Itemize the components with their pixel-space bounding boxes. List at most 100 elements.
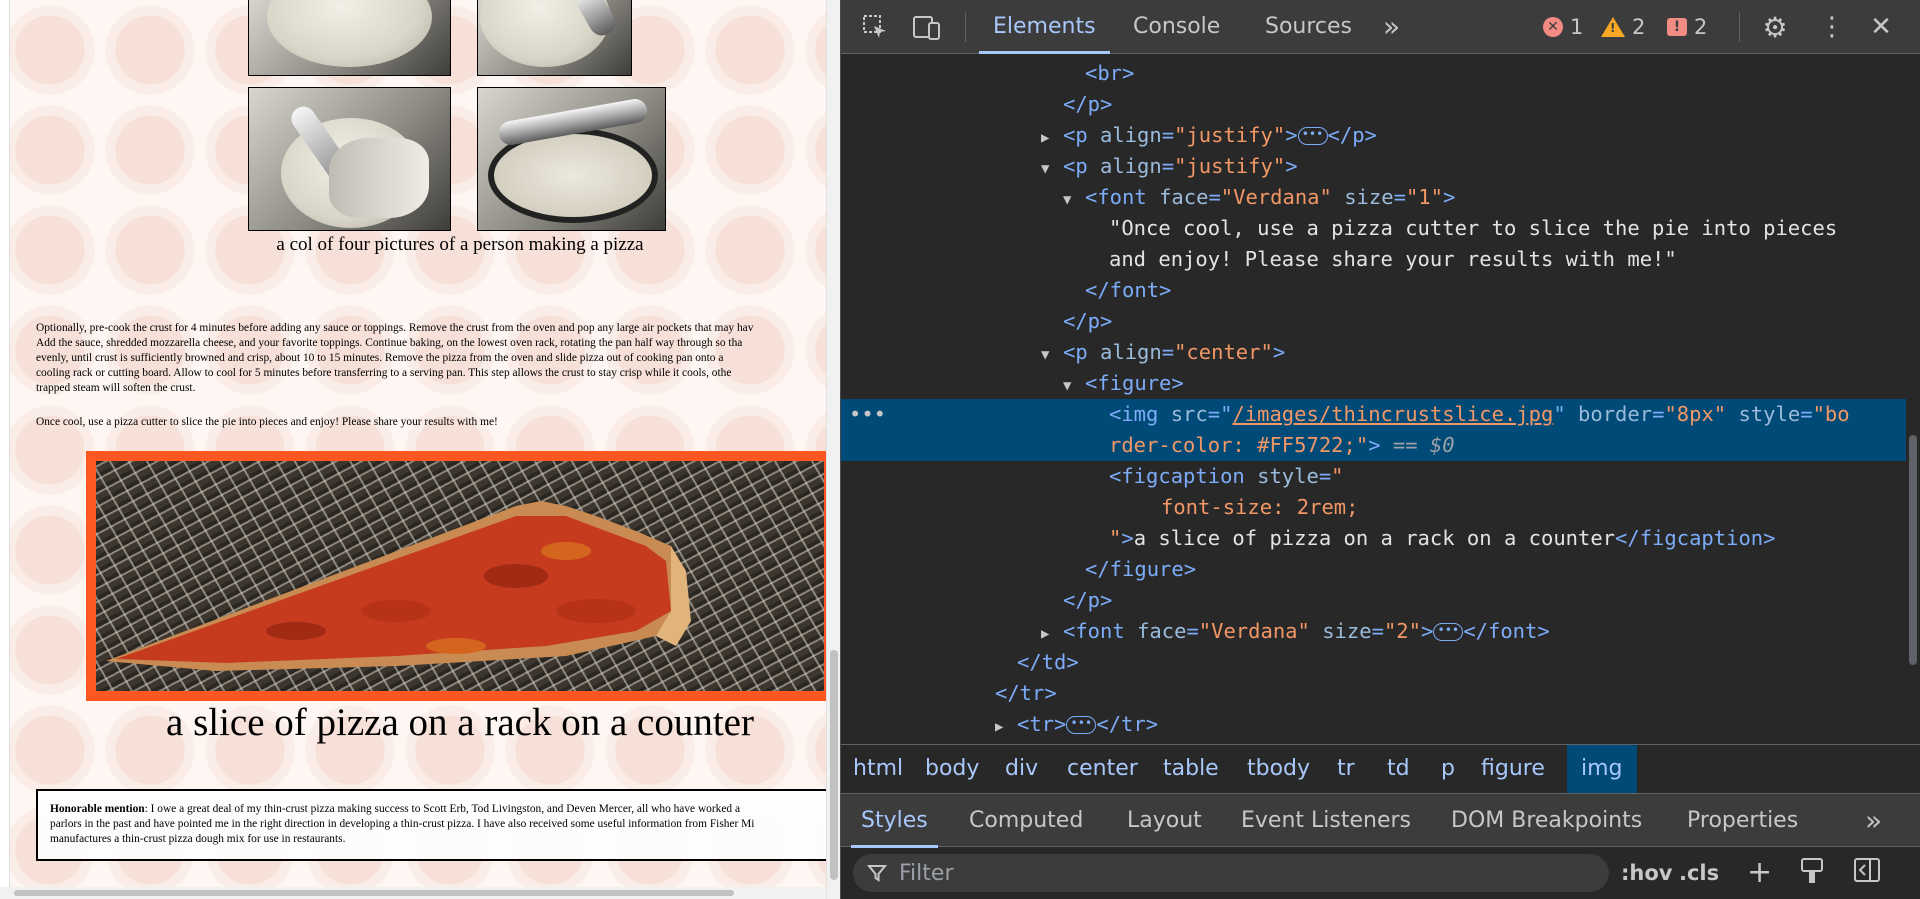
- collapsed-content-icon[interactable]: •••: [1433, 623, 1464, 641]
- close-devtools-icon[interactable]: ✕: [1865, 11, 1897, 43]
- settings-gear-icon[interactable]: ⚙: [1759, 11, 1791, 44]
- breadcrumb-table[interactable]: table: [1155, 745, 1227, 793]
- styles-pane-tabs: Styles Computed Layout Event Listeners D…: [841, 793, 1920, 848]
- paint-brush-icon[interactable]: [1799, 856, 1825, 890]
- error-icon: ✕: [1543, 17, 1563, 37]
- error-count-badge[interactable]: ✕ 1: [1543, 14, 1583, 40]
- breadcrumb-body[interactable]: body: [917, 745, 987, 793]
- more-tabs-icon[interactable]: »: [1379, 0, 1404, 54]
- dom-line[interactable]: </figure>: [841, 554, 1906, 585]
- dom-line[interactable]: ▶ <tr> ••• </tr>: [841, 709, 1906, 740]
- collapsed-content-icon[interactable]: •••: [1066, 716, 1097, 734]
- tab-computed[interactable]: Computed: [969, 794, 1083, 848]
- add-style-rule-icon[interactable]: +: [1747, 856, 1772, 890]
- dom-line[interactable]: ▶ <font face="Verdana" size="2"> ••• </font…: [841, 616, 1906, 647]
- class-toggle[interactable]: .cls: [1679, 856, 1719, 890]
- expand-arrow-icon[interactable]: ▶: [1041, 123, 1063, 154]
- collapse-arrow-icon[interactable]: ▼: [1041, 340, 1063, 371]
- dom-line[interactable]: "Once cool, use a pizza cutter to slice …: [841, 213, 1906, 244]
- honorable-mention-text-2: parlors in the past and have pointed me …: [50, 818, 755, 830]
- breadcrumb-tbody[interactable]: tbody: [1239, 745, 1318, 793]
- dom-line[interactable]: </font>: [841, 275, 1906, 306]
- dom-line[interactable]: </p>: [841, 306, 1906, 337]
- breadcrumb-td[interactable]: td: [1379, 745, 1418, 793]
- tab-properties[interactable]: Properties: [1687, 794, 1798, 848]
- devtools-toolbar: Elements Console Sources » ✕1 2 !2 ⚙ ⋮ ✕: [841, 0, 1920, 54]
- issue-count: 2: [1694, 15, 1708, 39]
- dom-scroll-thumb[interactable]: [1909, 435, 1917, 665]
- breadcrumb-figure[interactable]: figure: [1473, 745, 1553, 793]
- dom-tree[interactable]: <br> </p> ▶ <p align="justify"> ••• </p> ▼ <…: [841, 55, 1920, 743]
- page-horizontal-scrollbar[interactable]: [0, 887, 826, 899]
- dom-line[interactable]: </p>: [841, 585, 1906, 616]
- breadcrumb: html body div center table tbody tr td p…: [841, 744, 1920, 793]
- collapse-arrow-icon[interactable]: ▼: [1041, 154, 1063, 185]
- pizza-slice-photo: [96, 461, 824, 691]
- filter-icon: [867, 865, 887, 882]
- expand-arrow-icon[interactable]: ▶: [995, 712, 1017, 743]
- instructions-line-4: cooling rack or cutting board. Allow to …: [36, 367, 732, 379]
- collapsed-content-icon[interactable]: •••: [1297, 127, 1328, 145]
- filter-placeholder: Filter: [899, 860, 954, 886]
- dom-line[interactable]: <figcaption style=": [841, 461, 1906, 492]
- breadcrumb-p[interactable]: p: [1433, 745, 1463, 793]
- device-toolbar-icon[interactable]: [911, 11, 943, 43]
- dom-line[interactable]: ▼ <figure>: [841, 368, 1906, 399]
- dom-line[interactable]: </p>: [841, 89, 1906, 120]
- expand-arrow-icon[interactable]: ▶: [1041, 619, 1063, 650]
- tab-layout[interactable]: Layout: [1127, 794, 1202, 848]
- dom-line[interactable]: and enjoy! Please share your results wit…: [841, 244, 1906, 275]
- toggle-sidebar-icon[interactable]: [1853, 856, 1881, 890]
- warning-count-badge[interactable]: 2: [1601, 14, 1645, 40]
- issue-count-badge[interactable]: ! 2: [1667, 14, 1707, 40]
- honorable-mention-label: Honorable mention: [50, 803, 145, 815]
- tab-dom-breakpoints[interactable]: DOM Breakpoints: [1451, 794, 1642, 848]
- dom-line[interactable]: ▶ <p align="justify"> ••• </p>: [841, 120, 1906, 151]
- dom-line[interactable]: ">a slice of pizza on a rack on a counte…: [841, 523, 1906, 554]
- pizza-photo-3: [248, 87, 451, 231]
- page-left-margin: [0, 0, 10, 899]
- web-page-viewport[interactable]: a col of four pictures of a person makin…: [0, 0, 840, 899]
- dom-line[interactable]: ▼ <p align="justify">: [841, 151, 1906, 182]
- dom-line[interactable]: </td>: [841, 647, 1906, 678]
- honorable-mention-text-1: : I owe a great deal of my thin-crust pi…: [144, 803, 741, 815]
- dom-line[interactable]: </tr>: [841, 678, 1906, 709]
- pizza-slice-image[interactable]: [86, 451, 834, 701]
- collapse-arrow-icon[interactable]: ▼: [1063, 185, 1085, 216]
- warning-count: 2: [1632, 15, 1646, 39]
- page-vertical-scrollbar[interactable]: [826, 0, 840, 899]
- collapse-arrow-icon[interactable]: ▼: [1063, 371, 1085, 402]
- error-count: 1: [1570, 15, 1584, 39]
- breadcrumb-img[interactable]: img: [1567, 745, 1637, 793]
- breadcrumb-tr[interactable]: tr: [1329, 745, 1363, 793]
- dom-line[interactable]: font-size: 2rem;: [841, 492, 1906, 523]
- inspect-element-icon[interactable]: [859, 11, 891, 43]
- tab-console[interactable]: Console: [1129, 0, 1224, 54]
- page-scroll-thumb[interactable]: [830, 650, 838, 880]
- tab-styles[interactable]: Styles: [851, 794, 938, 848]
- tab-sources[interactable]: Sources: [1261, 0, 1356, 54]
- tab-elements[interactable]: Elements: [979, 0, 1110, 54]
- page-content: a col of four pictures of a person makin…: [10, 0, 840, 899]
- dom-line-selected[interactable]: rder-color: #FF5722;"> == $0: [841, 430, 1906, 461]
- dom-line[interactable]: ▼ <font face="Verdana" size="1">: [841, 182, 1906, 213]
- breadcrumb-div[interactable]: div: [997, 745, 1046, 793]
- styles-filter-input[interactable]: Filter: [853, 854, 1609, 892]
- devtools-panel: Elements Console Sources » ✕1 2 !2 ⚙ ⋮ ✕…: [841, 0, 1920, 899]
- honorable-mention-box: Honorable mention: I owe a great deal of…: [36, 789, 840, 861]
- dom-tree-scrollbar[interactable]: [1906, 55, 1920, 743]
- hover-state-toggle[interactable]: :hov: [1621, 856, 1672, 890]
- more-options-icon[interactable]: ⋮: [1816, 11, 1848, 43]
- dom-line[interactable]: <br>: [841, 58, 1906, 89]
- instructions-line-1: Optionally, pre-cook the crust for 4 min…: [36, 322, 754, 334]
- dom-line[interactable]: ▼ <p align="center">: [841, 337, 1906, 368]
- more-actions-icon[interactable]: •••: [849, 399, 886, 430]
- page-hscroll-thumb[interactable]: [14, 890, 734, 896]
- img-src-link[interactable]: /images/thincrustslice.jpg: [1232, 402, 1553, 426]
- dom-line-selected[interactable]: ••• <img src="/images/thincrustslice.jpg"…: [841, 399, 1906, 430]
- breadcrumb-html[interactable]: html: [845, 745, 911, 793]
- more-subtabs-icon[interactable]: »: [1865, 794, 1882, 848]
- pizza-photo-1: [248, 0, 451, 76]
- breadcrumb-center[interactable]: center: [1059, 745, 1146, 793]
- tab-event-listeners[interactable]: Event Listeners: [1241, 794, 1411, 848]
